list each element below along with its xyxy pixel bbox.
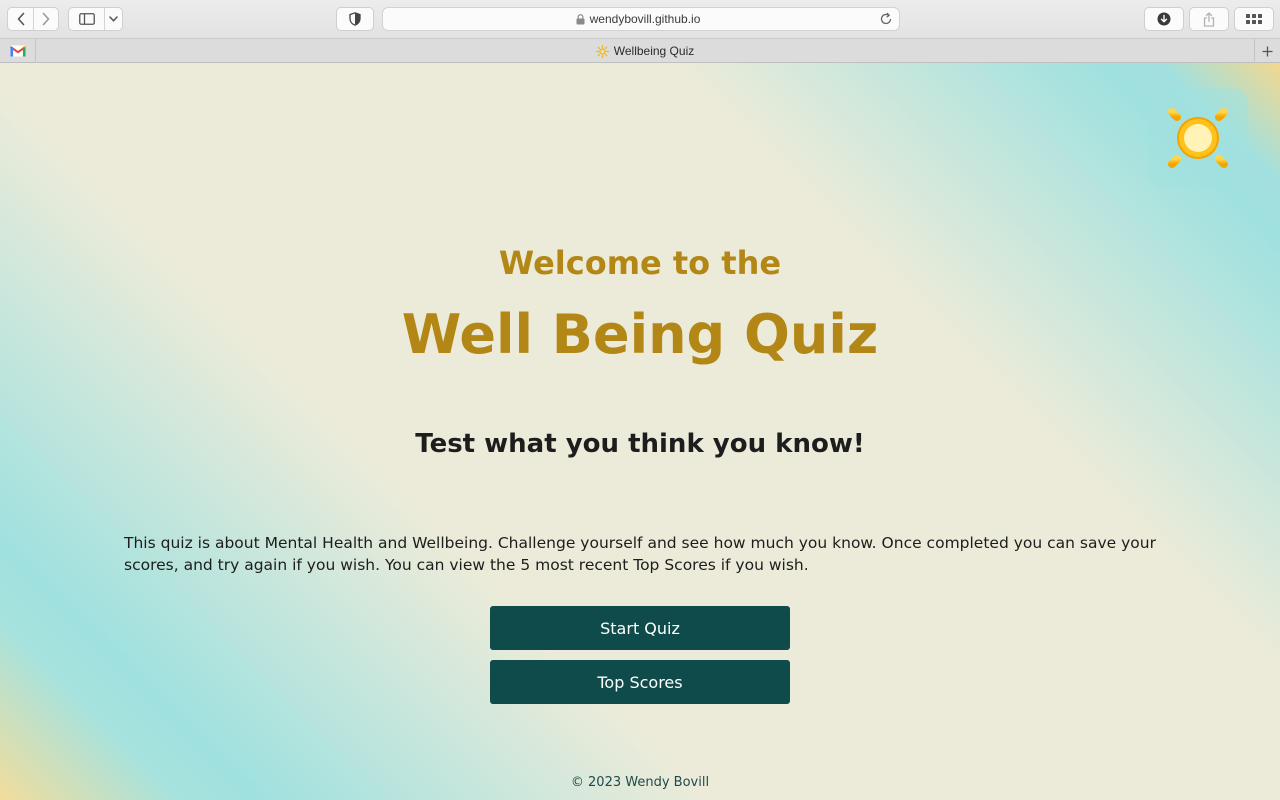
sun-icon — [595, 44, 609, 58]
history-nav-group — [7, 7, 59, 31]
sidebar-button-group — [68, 7, 123, 31]
url-text: wendybovill.github.io — [589, 12, 701, 26]
chevron-left-icon — [17, 12, 24, 26]
tagline: Test what you think you know! — [415, 429, 865, 459]
reload-icon[interactable] — [879, 12, 893, 26]
download-icon — [1157, 12, 1171, 26]
browser-toolbar: wendybovill.github.io — [0, 0, 1280, 38]
page-content: Welcome to the Well Being Quiz Test what… — [0, 63, 1280, 800]
tab-bar: Wellbeing Quiz — [0, 38, 1280, 63]
new-tab-button[interactable] — [1254, 39, 1280, 63]
shield-icon — [349, 12, 361, 26]
privacy-report-button[interactable] — [336, 7, 374, 31]
address-bar[interactable]: wendybovill.github.io — [382, 7, 900, 31]
chevron-right-icon — [42, 12, 49, 26]
top-scores-button[interactable]: Top Scores — [490, 660, 790, 704]
site-logo — [1148, 88, 1248, 188]
tab-overview-button[interactable] — [1234, 7, 1274, 31]
page-title: Well Being Quiz — [401, 303, 879, 366]
tab-wellbeing-quiz[interactable]: Wellbeing Quiz — [36, 39, 1254, 63]
welcome-heading: Welcome to the — [498, 244, 782, 282]
grid-icon — [1246, 14, 1262, 24]
sidebar-icon — [78, 13, 95, 25]
start-quiz-button[interactable]: Start Quiz — [490, 606, 790, 650]
gmail-icon — [9, 45, 26, 57]
sidebar-menu-button[interactable] — [104, 8, 122, 30]
back-button[interactable] — [8, 8, 33, 30]
chevron-down-icon — [108, 16, 118, 22]
sun-icon — [1155, 95, 1241, 181]
intro-text: This quiz is about Mental Health and Wel… — [124, 534, 1156, 574]
share-button[interactable] — [1189, 7, 1229, 31]
plus-icon — [1262, 46, 1273, 56]
pinned-tab-gmail[interactable] — [0, 39, 36, 63]
forward-button[interactable] — [33, 8, 58, 30]
share-icon — [1203, 11, 1215, 27]
tab-title: Wellbeing Quiz — [613, 44, 695, 58]
footer-copyright: © 2023 Wendy Bovill — [570, 775, 710, 790]
downloads-button[interactable] — [1144, 7, 1184, 31]
sidebar-button[interactable] — [69, 8, 104, 30]
